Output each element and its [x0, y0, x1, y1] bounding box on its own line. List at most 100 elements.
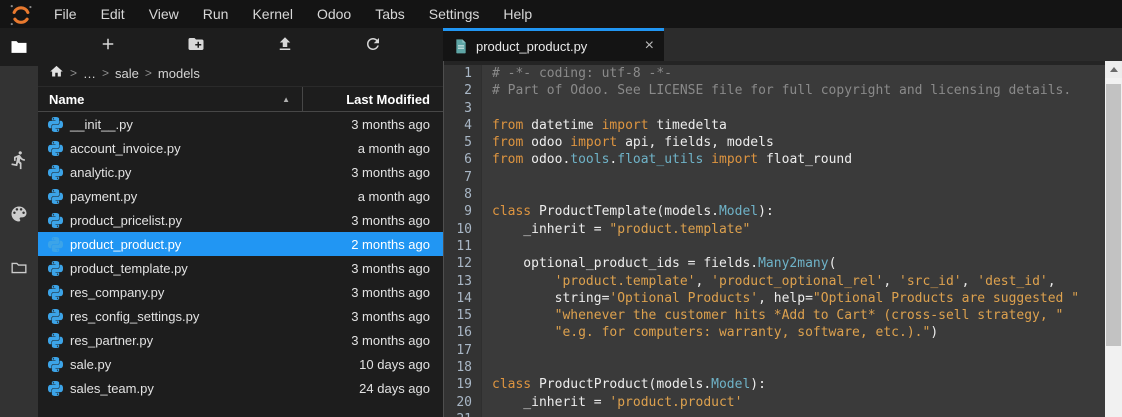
sidebar-item-running-sessions[interactable] — [9, 150, 29, 175]
file-name: product_template.py — [70, 261, 188, 276]
file-row[interactable]: product_pricelist.py3 months ago — [38, 208, 443, 232]
line-number: 4 — [444, 117, 482, 134]
sidebar-item-file-browser[interactable] — [0, 28, 38, 66]
folder-open-icon — [9, 258, 29, 278]
code-token — [492, 325, 555, 340]
code-token — [703, 152, 711, 167]
menu-file[interactable]: File — [42, 0, 89, 28]
code-token: "whenever the customer hits *Add to Cart… — [555, 308, 1064, 323]
file-browser-panel: >…>sale>models Name ▲ Last Modified __in… — [38, 28, 443, 417]
breadcrumb-home[interactable] — [49, 64, 64, 82]
file-row[interactable]: account_invoice.pya month ago — [38, 136, 443, 160]
line-number: 16 — [444, 324, 482, 341]
line-content — [482, 411, 492, 417]
menu-tabs[interactable]: Tabs — [363, 0, 417, 28]
line-number: 5 — [444, 134, 482, 151]
menu-settings[interactable]: Settings — [417, 0, 492, 28]
file-name: product_product.py — [70, 237, 181, 252]
file-name: payment.py — [70, 189, 137, 204]
new-launcher-button[interactable] — [99, 35, 117, 53]
python-icon — [48, 333, 63, 348]
file-row[interactable]: sales_team.py24 days ago — [38, 376, 443, 400]
file-row[interactable]: product_product.py2 months ago — [38, 232, 443, 256]
file-list: __init__.py3 months agoaccount_invoice.p… — [38, 112, 443, 417]
line-content: _inherit = "product.template" — [482, 221, 750, 238]
code-token: , — [696, 274, 712, 289]
palette-icon — [9, 204, 29, 224]
code-token: import — [602, 118, 649, 133]
column-header-name[interactable]: Name ▲ — [38, 87, 302, 111]
editor-panel: product_product.py × 1# -*- coding: utf-… — [443, 28, 1122, 417]
code-line: 17 — [444, 342, 1122, 359]
python-icon — [48, 237, 63, 252]
file-browser-toolbar — [38, 28, 443, 60]
line-number: 3 — [444, 100, 482, 117]
file-row[interactable]: payment.pya month ago — [38, 184, 443, 208]
new-folder-button[interactable] — [187, 35, 205, 53]
file-row[interactable]: __init__.py3 months ago — [38, 112, 443, 136]
code-editor[interactable]: 1# -*- coding: utf-8 -*-2 # Part of Odoo.… — [443, 61, 1122, 417]
tab-product-product-py[interactable]: product_product.py × — [443, 28, 664, 61]
file-row[interactable]: analytic.py3 months ago — [38, 160, 443, 184]
python-icon — [48, 261, 63, 276]
menu-help[interactable]: Help — [491, 0, 544, 28]
scrollbar-thumb[interactable] — [1106, 84, 1121, 346]
code-line: 3 — [444, 100, 1122, 117]
upload-icon — [276, 35, 294, 53]
column-header-last-modified[interactable]: Last Modified — [303, 87, 443, 111]
line-number: 18 — [444, 359, 482, 376]
line-content: string='Optional Products', help="Option… — [482, 290, 1079, 307]
file-modified: 3 months ago — [351, 333, 443, 348]
line-number: 2 — [444, 82, 482, 99]
code-token: float_utils — [617, 152, 703, 167]
code-token: , help= — [758, 291, 813, 306]
line-number: 6 — [444, 151, 482, 168]
menu-odoo[interactable]: Odoo — [305, 0, 363, 28]
sidebar-item-command-palette[interactable] — [9, 204, 29, 229]
file-modified: 3 months ago — [351, 213, 443, 228]
file-row[interactable]: product_template.py3 months ago — [38, 256, 443, 280]
line-content: _inherit = 'product.product' — [482, 394, 742, 411]
file-name: sales_team.py — [70, 381, 154, 396]
code-line: 10 _inherit = "product.template" — [444, 221, 1122, 238]
menu-run[interactable]: Run — [191, 0, 241, 28]
refresh-icon — [364, 35, 382, 53]
python-icon — [48, 309, 63, 324]
code-token: "Optional Products are suggested " — [813, 291, 1079, 306]
line-content — [482, 100, 492, 117]
code-line: 1# -*- coding: utf-8 -*- — [444, 65, 1122, 82]
code-token: , — [962, 274, 978, 289]
line-content: class ProductProduct(models.Model): — [482, 376, 766, 393]
code-token: # Part of Odoo. See LICENSE file for ful… — [492, 83, 1071, 98]
file-name: res_config_settings.py — [70, 309, 199, 324]
code-token: class — [492, 204, 531, 219]
file-row[interactable]: res_config_settings.py3 months ago — [38, 304, 443, 328]
file-row[interactable]: sale.py10 days ago — [38, 352, 443, 376]
menu-view[interactable]: View — [137, 0, 191, 28]
file-modified: a month ago — [358, 141, 443, 156]
code-line: 11 — [444, 238, 1122, 255]
running-man-icon — [9, 150, 29, 170]
code-token: string= — [492, 291, 609, 306]
python-icon — [48, 213, 63, 228]
file-row[interactable]: res_partner.py 3 months ago — [38, 328, 443, 352]
file-row[interactable]: res_company.py 3 months ago — [38, 280, 443, 304]
breadcrumb-item[interactable]: models — [158, 66, 200, 81]
breadcrumb-item[interactable]: … — [83, 66, 96, 81]
line-content: from odoo import api, fields, models — [482, 134, 774, 151]
tab-close-icon[interactable]: × — [645, 38, 654, 54]
editor-scrollbar[interactable] — [1105, 61, 1122, 417]
file-modified: 3 months ago — [351, 285, 443, 300]
upload-button[interactable] — [276, 35, 294, 53]
file-name: res_partner.py — [70, 333, 153, 348]
menu-items: FileEditViewRunKernelOdooTabsSettingsHel… — [42, 0, 544, 28]
breadcrumb-item[interactable]: sale — [115, 66, 139, 81]
refresh-button[interactable] — [364, 35, 382, 53]
sidebar-item-open-tabs[interactable] — [9, 258, 29, 283]
menu-kernel[interactable]: Kernel — [240, 0, 304, 28]
code-line: 19class ProductProduct(models.Model): — [444, 376, 1122, 393]
menu-edit[interactable]: Edit — [89, 0, 137, 28]
file-modified: 10 days ago — [359, 357, 443, 372]
file-name: res_company.py — [70, 285, 164, 300]
scrollbar-up-button[interactable] — [1105, 61, 1122, 78]
